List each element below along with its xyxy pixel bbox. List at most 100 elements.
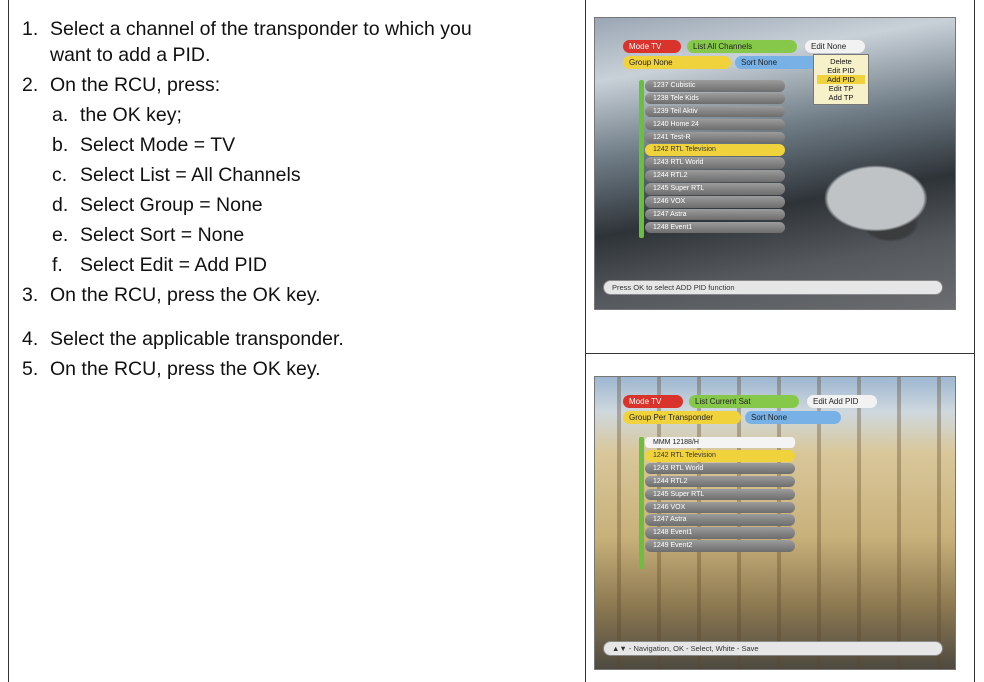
menu-item-selected: Add PID bbox=[817, 75, 865, 84]
list-tag: List All Channels bbox=[687, 40, 797, 53]
step-text: On the RCU, press: bbox=[50, 74, 221, 96]
table-column-divider bbox=[585, 0, 586, 682]
channel-row: 1249 Event2 bbox=[645, 540, 795, 552]
channel-row-selected: 1242 RTL Television bbox=[645, 450, 795, 462]
substep-text: Select Group = None bbox=[80, 194, 263, 216]
group-label: Group bbox=[629, 58, 652, 67]
list-value: Current Sat bbox=[709, 397, 751, 406]
channel-list: MMM 12188/H 1242 RTL Television 1243 RTL… bbox=[645, 437, 795, 553]
substep-number: c. bbox=[52, 164, 68, 186]
step-text: On the RCU, press the OK key. bbox=[50, 284, 321, 306]
channel-row-selected: 1242 RTL Television bbox=[645, 144, 785, 156]
mode-tag: Mode TV bbox=[623, 40, 681, 53]
channel-row: 1240 Home 24 bbox=[645, 118, 785, 131]
screenshot-divider bbox=[585, 353, 974, 354]
substep-e: e. Select Sort = None bbox=[22, 220, 582, 250]
edit-dropdown-menu: Delete Edit PID Add PID Edit TP Add TP bbox=[813, 54, 869, 105]
channel-row: 1247 Astra bbox=[645, 208, 785, 221]
status-bar: Press OK to select ADD PID function bbox=[603, 280, 943, 295]
mode-label: Mode bbox=[629, 397, 650, 406]
edit-label: Edit bbox=[811, 42, 825, 51]
channel-row: 1244 RTL2 bbox=[645, 475, 795, 488]
step-number: 4. bbox=[22, 328, 39, 350]
menu-item: Delete bbox=[830, 57, 852, 66]
step-text: On the RCU, press the OK key. bbox=[50, 358, 321, 380]
channel-row: 1248 Event1 bbox=[645, 527, 795, 539]
channel-row: 1248 Event1 bbox=[645, 221, 785, 234]
channel-list: 1237 Cubistic 1238 Tele Kids 1239 Teil A… bbox=[645, 80, 785, 235]
substep-a: a. the OK key; bbox=[22, 100, 582, 130]
sort-tag: Sort None bbox=[735, 56, 823, 69]
substep-text: Select List = All Channels bbox=[80, 164, 301, 186]
sort-value: None bbox=[767, 413, 788, 422]
step-gap bbox=[22, 310, 582, 324]
step-text-continuation: want to add a PID. bbox=[50, 44, 211, 66]
step-number: 5. bbox=[22, 358, 39, 380]
channel-row: 1243 RTL World bbox=[645, 157, 785, 169]
edit-tag: Edit Add PID bbox=[807, 395, 877, 408]
substep-d: d. Select Group = None bbox=[22, 190, 582, 220]
step-3: 3. On the RCU, press the OK key. bbox=[22, 280, 582, 310]
substep-text: Select Sort = None bbox=[80, 224, 245, 246]
step-number: 2. bbox=[22, 74, 39, 96]
sort-value: None bbox=[757, 58, 778, 67]
group-value: Per Transponder bbox=[653, 413, 714, 422]
edit-tag: Edit None bbox=[805, 40, 865, 53]
step-2: 2. On the RCU, press: bbox=[22, 70, 582, 100]
step-1: 1. Select a channel of the transponder t… bbox=[22, 14, 582, 70]
mode-value: TV bbox=[651, 42, 662, 51]
status-bar: ▲▼ - Navigation, OK - Select, White - Sa… bbox=[603, 641, 943, 656]
step-number: 1. bbox=[22, 18, 39, 40]
list-label: List bbox=[695, 397, 708, 406]
list-value: All Channels bbox=[707, 42, 753, 51]
list-tag: List Current Sat bbox=[689, 395, 799, 408]
edit-value: None bbox=[827, 42, 847, 51]
transponder-row: MMM 12188/H bbox=[645, 437, 795, 448]
channel-row: 1245 Super RTL bbox=[645, 183, 785, 195]
channel-row: 1241 Test-R bbox=[645, 131, 785, 144]
channel-row: 1246 VOX bbox=[645, 501, 795, 514]
channel-row: 1237 Cubistic bbox=[645, 80, 785, 92]
menu-item: Add TP bbox=[828, 93, 854, 102]
tv-screenshot-add-pid-menu: Mode TV List All Channels Edit None Grou… bbox=[594, 17, 956, 310]
channel-list-scrollbar bbox=[639, 80, 644, 238]
table-border-left bbox=[8, 0, 9, 682]
substep-text: Select Mode = TV bbox=[80, 134, 236, 156]
channel-row: 1239 Teil Aktiv bbox=[645, 105, 785, 118]
substep-number: f. bbox=[52, 254, 63, 276]
substep-number: b. bbox=[52, 134, 69, 156]
sort-label: Sort bbox=[741, 58, 756, 67]
step-number: 3. bbox=[22, 284, 39, 306]
substep-text: Select Edit = Add PID bbox=[80, 254, 267, 276]
substep-b: b. Select Mode = TV bbox=[22, 130, 582, 160]
menu-item: Edit TP bbox=[828, 84, 854, 93]
list-label: List bbox=[693, 42, 706, 51]
channel-row: 1243 RTL World bbox=[645, 462, 795, 475]
substep-text: the OK key; bbox=[80, 104, 182, 126]
table-border-right bbox=[974, 0, 975, 682]
edit-label: Edit bbox=[813, 397, 827, 406]
mode-tag: Mode TV bbox=[623, 395, 683, 408]
mode-label: Mode bbox=[629, 42, 650, 51]
channel-row: 1246 VOX bbox=[645, 196, 785, 208]
group-tag: Group Per Transponder bbox=[623, 411, 741, 424]
substep-number: d. bbox=[52, 194, 69, 216]
channel-row: 1245 Super RTL bbox=[645, 488, 795, 501]
group-label: Group bbox=[629, 413, 652, 422]
tv-screenshot-transponder-list: Mode TV List Current Sat Edit Add PID Gr… bbox=[594, 376, 956, 670]
step-text: Select the applicable transponder. bbox=[50, 328, 344, 350]
sort-tag: Sort None bbox=[745, 411, 841, 424]
step-4: 4. Select the applicable transponder. bbox=[22, 324, 582, 354]
sort-label: Sort bbox=[751, 413, 766, 422]
substep-f: f. Select Edit = Add PID bbox=[22, 250, 582, 280]
substep-c: c. Select List = All Channels bbox=[22, 160, 582, 190]
instruction-steps: 1. Select a channel of the transponder t… bbox=[22, 14, 582, 384]
edit-value: Add PID bbox=[828, 397, 859, 406]
step-5: 5. On the RCU, press the OK key. bbox=[22, 354, 582, 384]
mode-value: TV bbox=[651, 397, 662, 406]
group-value: None bbox=[653, 58, 673, 67]
channel-row: 1244 RTL2 bbox=[645, 170, 785, 182]
substep-number: a. bbox=[52, 104, 69, 126]
channel-row: 1238 Tele Kids bbox=[645, 92, 785, 105]
channel-list-scrollbar bbox=[639, 437, 644, 569]
